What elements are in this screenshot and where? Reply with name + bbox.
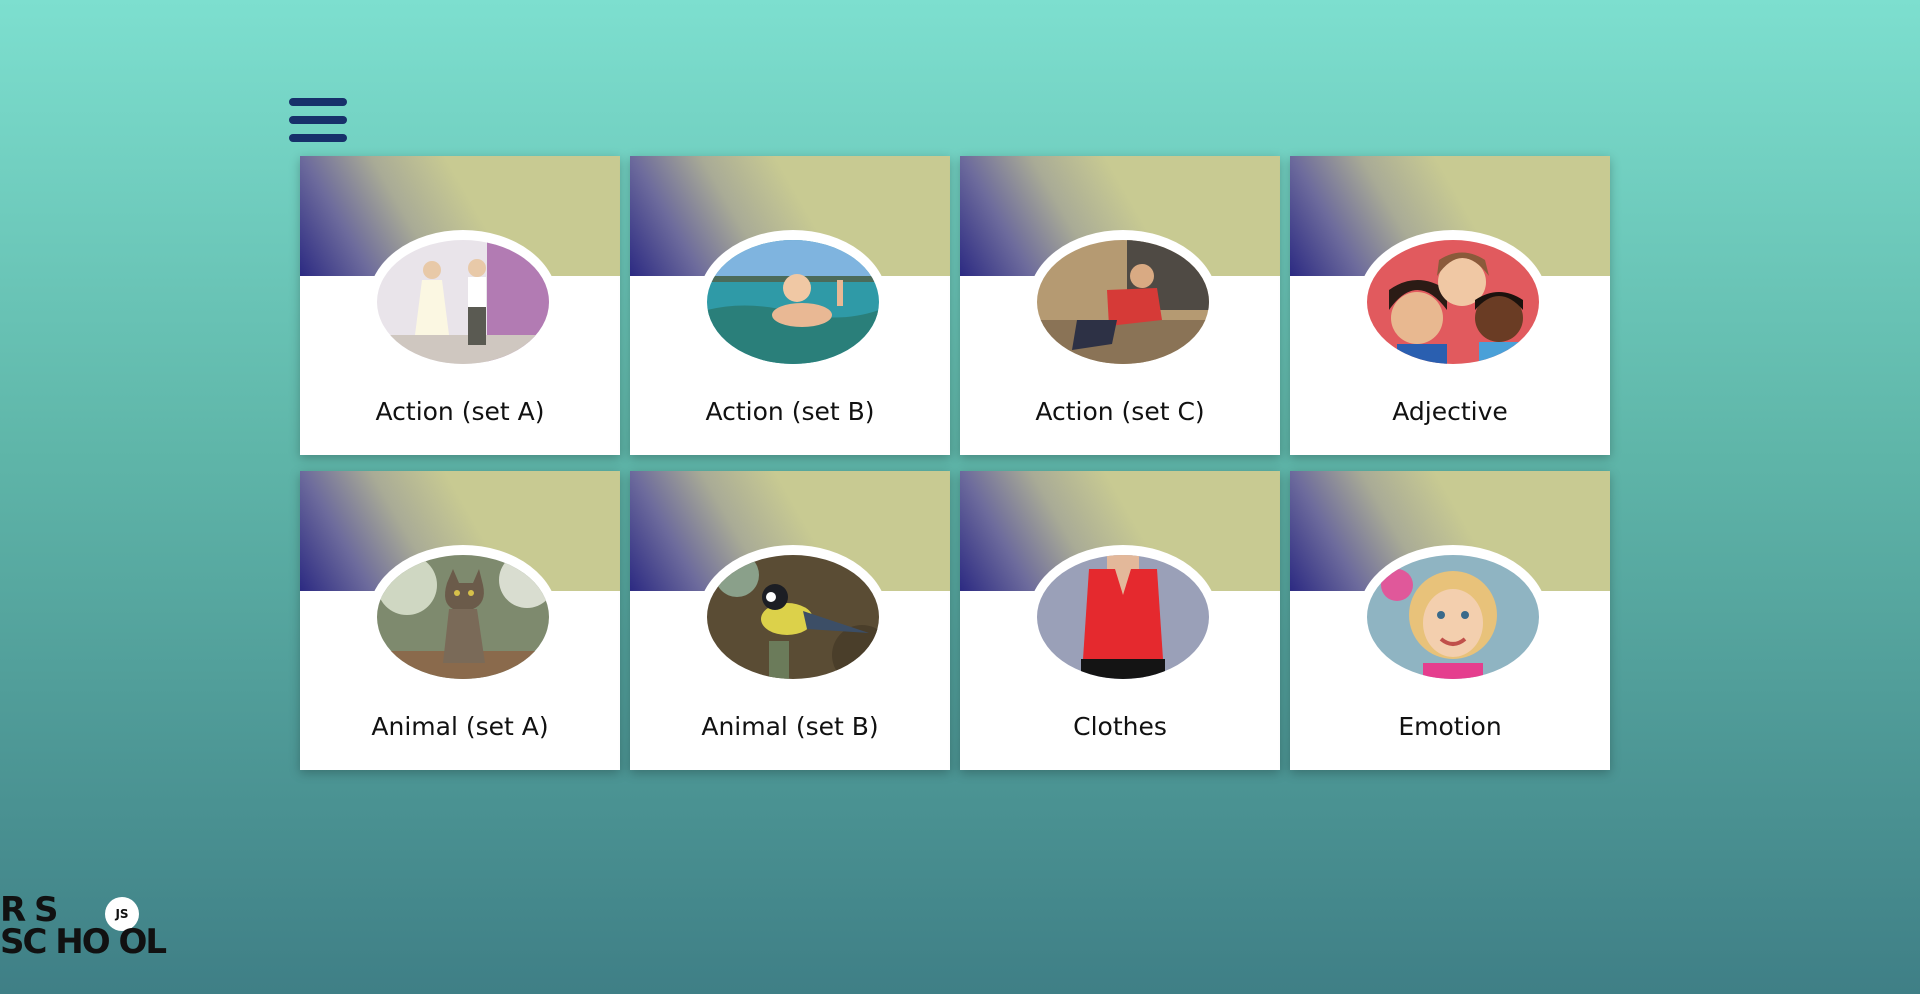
card-image-frame [368,545,558,689]
category-card-animal-set-b[interactable]: Animal (set B) [630,471,950,770]
category-card-action-set-a[interactable]: Action (set A) [300,156,620,455]
card-image-frame [1358,545,1548,689]
category-card-action-set-c[interactable]: Action (set C) [960,156,1280,455]
card-label: Clothes [1073,712,1167,741]
category-card-action-set-b[interactable]: Action (set B) [630,156,950,455]
crawling-boy-photo [1037,240,1209,364]
rs-school-logo[interactable]: R S JS SC HO OL [0,893,170,963]
category-card-clothes[interactable]: Clothes [960,471,1280,770]
category-card-animal-set-a[interactable]: Animal (set A) [300,471,620,770]
red-blouse-photo [1037,555,1209,679]
card-label: Animal (set A) [371,712,549,741]
card-image-frame [1028,230,1218,374]
card-label: Adjective [1392,397,1508,426]
menu-button[interactable] [289,96,347,144]
cat-photo [377,555,549,679]
card-image-frame [698,545,888,689]
logo-line-2: SC HO OL [0,922,167,962]
card-label: Action (set C) [1035,397,1205,426]
category-card-adjective[interactable]: Adjective [1290,156,1610,455]
card-label: Action (set A) [375,397,545,426]
card-label: Emotion [1398,712,1502,741]
bird-photo [707,555,879,679]
category-grid: Action (set A) Action (set B) Action (se… [300,156,1610,770]
card-image-frame [1358,230,1548,374]
card-label: Animal (set B) [701,712,879,741]
category-card-emotion[interactable]: Emotion [1290,471,1610,770]
hamburger-icon [289,98,347,106]
card-label: Action (set B) [705,397,875,426]
card-image-frame [1028,545,1218,689]
hamburger-icon-bar [289,116,347,124]
card-image-frame [698,230,888,374]
card-image-frame [368,230,558,374]
smiling-girl-photo [1367,555,1539,679]
smiling-children-photo [1367,240,1539,364]
swimming-boy-photo [707,240,879,364]
dancing-kids-photo [377,240,549,364]
hamburger-icon-bar [289,134,347,142]
